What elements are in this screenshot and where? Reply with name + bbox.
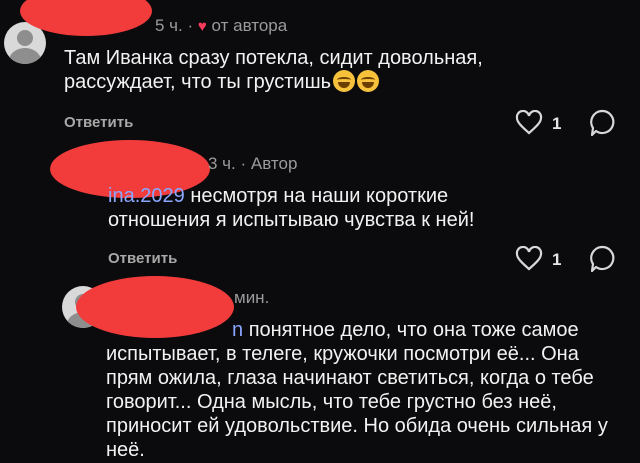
comment-text: n понятное дело, что она тоже самое испы… (106, 319, 608, 461)
mention-link[interactable]: ina.2029 (108, 185, 185, 207)
like-count: 1 (552, 250, 562, 269)
comment-text: Там Иванка сразу потекла, сидит довольна… (64, 47, 483, 93)
laughing-emoji (357, 70, 380, 92)
mention-link[interactable]: n (232, 319, 243, 341)
like-count: 1 (552, 114, 562, 133)
comment-text: ina.2029 несмотря на наши короткие отнош… (108, 185, 475, 231)
reply-button[interactable]: Ответить (64, 114, 133, 131)
comment-icon[interactable] (588, 108, 616, 138)
comment-time: 5 ч. (155, 16, 183, 35)
laughing-emoji (333, 70, 356, 92)
author-heart-icon: ♥ (197, 18, 207, 35)
reply-button[interactable]: Ответить (108, 250, 177, 267)
comment-meta: 3 ч. · Автор (208, 154, 298, 173)
comment-meta: 5 ч. · ♥ от автора (155, 16, 288, 35)
comment-meta: мин. (234, 288, 269, 308)
heart-icon[interactable] (515, 246, 543, 272)
comment-time: мин. (234, 288, 270, 307)
comment-time: 3 ч. (208, 154, 236, 173)
author-tag: от автора (211, 16, 288, 35)
comment-icon[interactable] (588, 244, 616, 274)
author-tag: Автор (250, 154, 298, 173)
heart-icon[interactable] (515, 110, 543, 136)
